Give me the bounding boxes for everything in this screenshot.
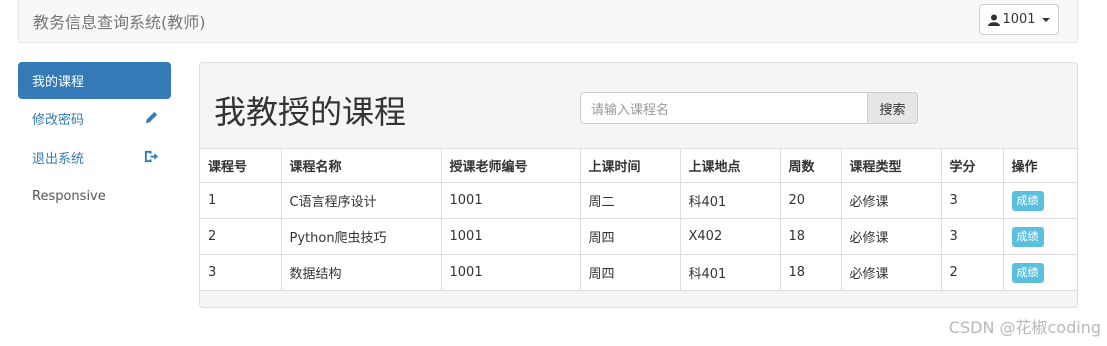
column-header: 授课老师编号 — [441, 148, 581, 183]
table-cell: Python爬虫技巧 — [281, 218, 442, 255]
table-cell: 必修课 — [841, 218, 942, 255]
sidebar-item-my-courses[interactable]: 我的课程 — [18, 62, 171, 99]
table-cell: X402 — [680, 218, 781, 255]
table-cell: 20 — [780, 182, 842, 219]
table-header-row: 课程号 课程名称 授课老师编号 上课时间 上课地点 周数 课程类型 学分 操作 — [200, 148, 1077, 183]
table-cell: 周四 — [580, 254, 681, 291]
app-brand[interactable]: 教务信息查询系统(教师) — [33, 9, 206, 33]
column-header: 课程类型 — [841, 148, 942, 183]
table-cell: 1001 — [441, 254, 581, 291]
table-cell: 科401 — [680, 254, 781, 291]
watermark: CSDN @花椒coding — [948, 318, 1101, 337]
sidebar-item-label: 修改密码 — [32, 113, 85, 128]
sidebar-item-responsive[interactable]: Responsive — [18, 177, 171, 216]
table-cell: 3 — [200, 254, 282, 291]
table-cell: 3 — [941, 182, 1004, 219]
table-cell: 1001 — [441, 182, 581, 219]
table-row: 2 Python爬虫技巧 1001 周四 X402 18 必修课 3 成绩 — [200, 218, 1077, 255]
sidebar-item-label: 我的课程 — [32, 75, 85, 90]
sidebar-item-logout[interactable]: 退出系统 — [18, 138, 171, 177]
courses-table: 课程号 课程名称 授课老师编号 上课时间 上课地点 周数 课程类型 学分 操作 … — [200, 148, 1077, 291]
top-navbar: 教务信息查询系统(教师) 1001 — [18, 0, 1078, 43]
sidebar-nav: 我的课程 修改密码 退出系统 Responsive — [18, 62, 171, 216]
table-cell: 成绩 — [1003, 182, 1077, 219]
table-cell: C语言程序设计 — [281, 182, 442, 219]
page-title: 我教授的课程 — [214, 93, 407, 131]
courses-panel: 我教授的课程 请输入课程名 搜索 课程号 课程名称 授课老师编号 上课时间 上课… — [199, 62, 1078, 308]
grades-button[interactable]: 成绩 — [1011, 226, 1044, 247]
column-header: 上课地点 — [680, 148, 781, 183]
column-header: 课程号 — [200, 148, 282, 183]
caret-down-icon — [1041, 17, 1050, 22]
table-cell: 2 — [200, 218, 282, 255]
table-cell: 18 — [780, 218, 842, 255]
table-cell: 1001 — [441, 218, 581, 255]
table-cell: 周四 — [580, 218, 681, 255]
table-cell: 必修课 — [841, 182, 942, 219]
user-menu-button[interactable]: 1001 — [979, 4, 1059, 35]
table-cell: 必修课 — [841, 254, 942, 291]
table-cell: 周二 — [580, 182, 681, 219]
table-cell: 2 — [941, 254, 1004, 291]
course-search: 请输入课程名 搜索 — [580, 92, 918, 124]
sidebar-item-change-password[interactable]: 修改密码 — [18, 99, 171, 138]
sidebar-item-label: 退出系统 — [32, 152, 85, 167]
search-button[interactable]: 搜索 — [867, 92, 918, 124]
table-cell: 1 — [200, 182, 282, 219]
table-cell: 18 — [780, 254, 842, 291]
column-header: 课程名称 — [281, 148, 442, 183]
column-header: 操作 — [1003, 148, 1077, 183]
pencil-icon — [145, 111, 158, 124]
sidebar-item-label: Responsive — [32, 189, 106, 204]
logout-icon — [144, 150, 159, 163]
column-header: 周数 — [780, 148, 842, 183]
column-header: 学分 — [941, 148, 1004, 183]
table-cell: 成绩 — [1003, 218, 1077, 255]
table-cell: 科401 — [680, 182, 781, 219]
table-cell: 数据结构 — [281, 254, 442, 291]
column-header: 上课时间 — [580, 148, 681, 183]
grades-button[interactable]: 成绩 — [1011, 190, 1044, 211]
user-id-label: 1001 — [1002, 12, 1036, 27]
table-cell: 3 — [941, 218, 1004, 255]
table-cell: 成绩 — [1003, 254, 1077, 291]
table-row: 3 数据结构 1001 周四 科401 18 必修课 2 成绩 — [200, 254, 1077, 291]
table-row: 1 C语言程序设计 1001 周二 科401 20 必修课 3 成绩 — [200, 182, 1077, 219]
grades-button[interactable]: 成绩 — [1011, 262, 1044, 283]
user-icon — [988, 14, 1001, 26]
search-input[interactable]: 请输入课程名 — [580, 92, 867, 124]
